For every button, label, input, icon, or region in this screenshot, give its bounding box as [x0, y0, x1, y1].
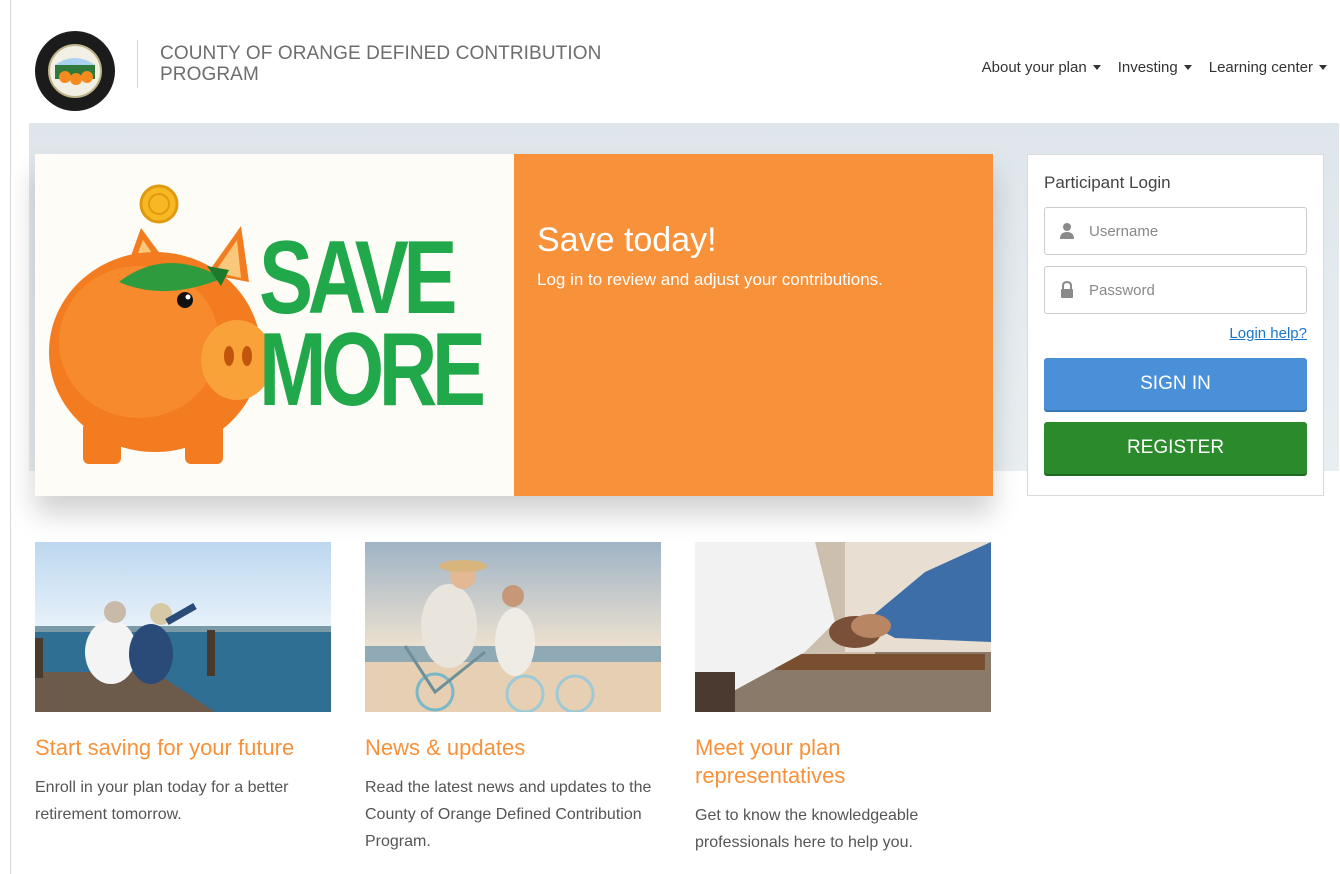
save-more-graphic: SAVE MORE	[35, 154, 514, 496]
card-title[interactable]: News & updates	[365, 734, 661, 762]
nav-about-your-plan[interactable]: About your plan	[982, 59, 1101, 76]
nav-label: Investing	[1117, 59, 1178, 76]
card-text: Read the latest news and updates to the …	[365, 779, 652, 850]
hero-message-panel: Save today! Log in to review and adjust …	[514, 154, 993, 496]
nav-investing[interactable]: Investing	[1118, 59, 1192, 76]
card-text: Enroll in your plan today for a better r…	[35, 779, 289, 823]
card-text: Get to know the knowledgeable profession…	[695, 807, 919, 851]
hero-banner: SAVE MORE Save today! Log in to review a…	[35, 154, 993, 496]
card-news-updates: News & updates Read the latest news and …	[365, 542, 661, 856]
nav-label: Learning center	[1208, 59, 1313, 76]
caret-down-icon	[1183, 65, 1192, 70]
caret-down-icon	[1319, 65, 1327, 70]
header-divider	[137, 40, 138, 88]
county-seal-logo[interactable]	[35, 31, 115, 111]
nav-learning-center[interactable]: Learning center	[1209, 59, 1327, 76]
lock-icon	[1061, 281, 1073, 298]
card-meet-representatives: Meet your plan representatives Get to kn…	[695, 542, 991, 856]
hero-subtitle: Log in to review and adjust your contrib…	[537, 270, 883, 289]
site-header: COUNTY OF ORANGE DEFINED CONTRIBUTION PR…	[11, 0, 1340, 122]
username-input[interactable]	[1089, 208, 1299, 254]
participant-login-panel: Participant Login Login help? SIGN IN RE…	[1027, 154, 1324, 496]
caret-down-icon	[1092, 65, 1101, 70]
piggy-bank-icon	[49, 184, 273, 464]
handshake-image[interactable]	[695, 542, 991, 712]
hero-title: Save today!	[537, 221, 717, 259]
site-title[interactable]: COUNTY OF ORANGE DEFINED CONTRIBUTION PR…	[160, 43, 630, 85]
login-help-link[interactable]: Login help?	[1044, 325, 1307, 342]
save-more-text: SAVE MORE	[259, 220, 486, 428]
card-title[interactable]: Start saving for your future	[35, 734, 331, 762]
main-nav: About your plan Investing Learning cente…	[982, 59, 1327, 76]
page: COUNTY OF ORANGE DEFINED CONTRIBUTION PR…	[10, 0, 1340, 874]
nav-label: About your plan	[981, 59, 1087, 76]
login-title: Participant Login	[1044, 173, 1171, 192]
password-input[interactable]	[1089, 267, 1299, 313]
username-field[interactable]	[1044, 207, 1307, 255]
couple-on-dock-image[interactable]	[35, 542, 331, 712]
password-field[interactable]	[1044, 266, 1307, 314]
couple-cycling-image[interactable]	[365, 542, 661, 712]
register-button[interactable]: REGISTER	[1044, 422, 1307, 474]
card-title[interactable]: Meet your plan representatives	[695, 734, 991, 790]
user-icon	[1060, 223, 1074, 239]
feature-cards: Start saving for your future Enroll in y…	[35, 542, 993, 856]
sign-in-button[interactable]: SIGN IN	[1044, 358, 1307, 410]
card-start-saving: Start saving for your future Enroll in y…	[35, 542, 331, 856]
